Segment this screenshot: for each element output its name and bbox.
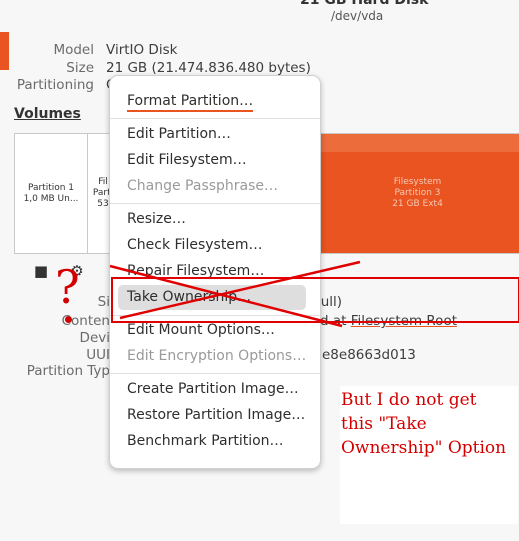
annotation-note-text: But I do not get this "Take Ownership" O…	[341, 390, 507, 458]
cross-line-2	[119, 260, 361, 320]
